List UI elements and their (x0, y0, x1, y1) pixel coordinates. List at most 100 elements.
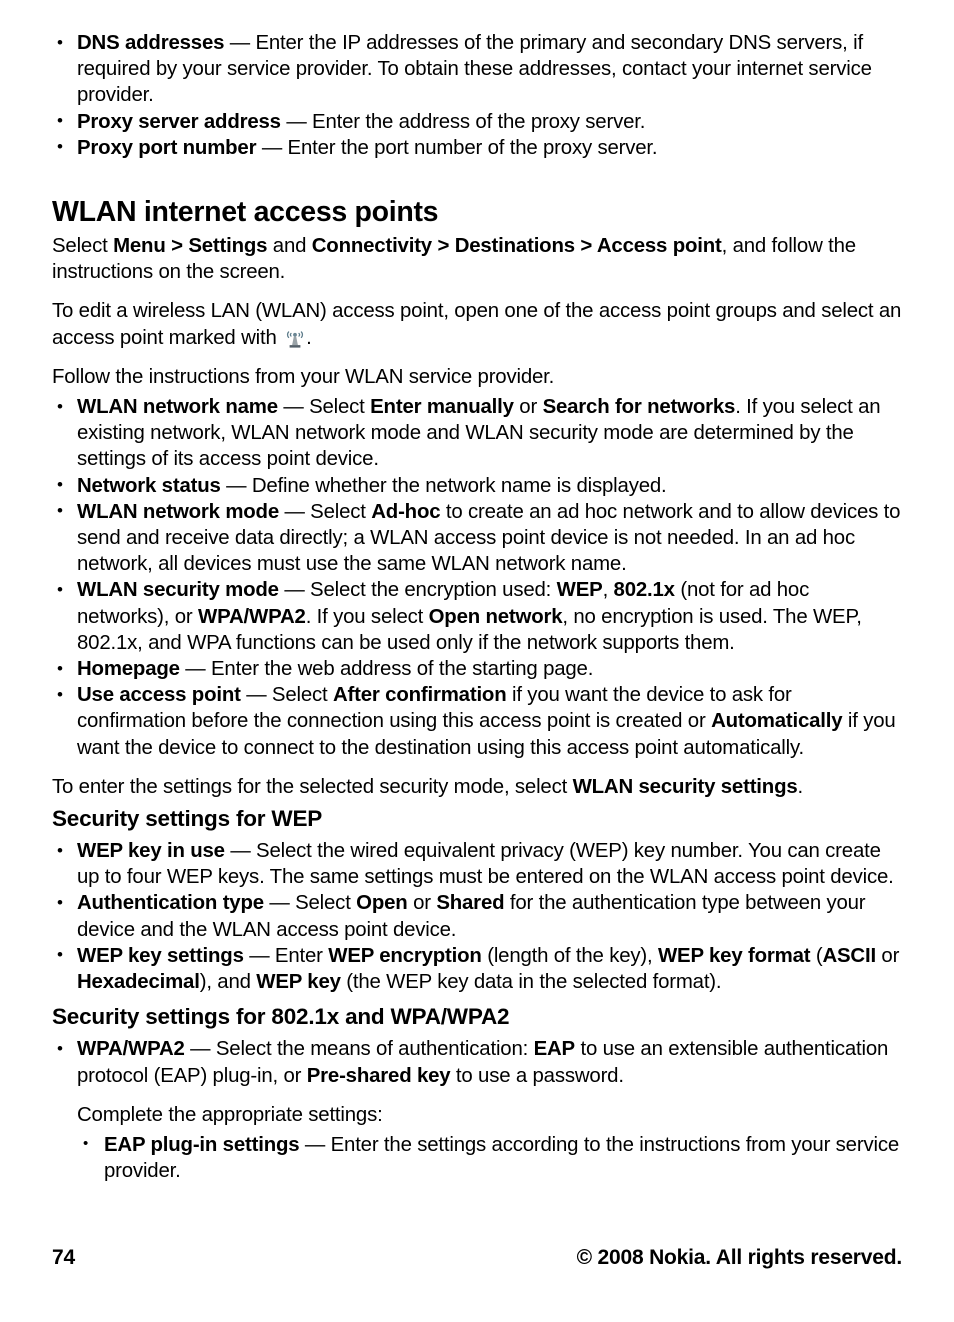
menu-item-destinations: Destinations (454, 235, 575, 258)
wlan-access-point-icon (284, 330, 306, 349)
page-footer: 74 © 2008 Nokia. All rights reserved. (52, 1243, 902, 1273)
dash: — (278, 579, 311, 602)
term-eap-plug-in-settings: EAP plug-in settings (104, 1133, 300, 1156)
eap-settings-bullet-list: EAP plug-in settings — Enter the setting… (52, 1131, 902, 1184)
edit-access-point-paragraph: To edit a wireless LAN (WLAN) access poi… (52, 298, 902, 350)
option-pre-shared-key: Pre-shared key (306, 1064, 451, 1087)
page-number: 74 (52, 1246, 75, 1269)
dash: — (278, 500, 311, 523)
select-lead: Select (52, 235, 114, 258)
edit-intro-text: To edit a wireless LAN (WLAN) access poi… (52, 300, 902, 349)
desc-part: (length of the key), (481, 944, 658, 967)
option-802-1x: 802.1x (613, 579, 675, 602)
dash: — (224, 32, 256, 54)
option-search-for-networks: Search for networks (542, 396, 736, 419)
dash: — (256, 136, 288, 159)
list-item-proxy-port-number: Proxy port number — Enter the port numbe… (52, 134, 902, 161)
complete-settings-note: Complete the appropriate settings: (77, 1103, 383, 1126)
wep-settings-bullet-list: WEP key in use — Select the wired equiva… (52, 838, 902, 995)
desc-part: Select (295, 892, 357, 915)
list-item-network-status: Network status — Define whether the netw… (52, 472, 902, 499)
term-proxy-port-number: Proxy port number (77, 136, 257, 159)
list-item-wlan-network-name: WLAN network name — Select Enter manuall… (52, 394, 902, 473)
option-wep: WEP (556, 579, 603, 602)
dash: — (179, 658, 211, 681)
option-wep-key-format: WEP key format (657, 944, 811, 967)
document-page: DNS addresses — Enter the IP addresses o… (0, 0, 954, 1322)
option-ad-hoc: Ad-hoc (371, 500, 441, 523)
option-wep-key: WEP key (256, 971, 341, 994)
desc-part: Select the means of authentication: (215, 1038, 534, 1061)
dash: — (240, 684, 272, 707)
term-wep-key-in-use: WEP key in use (77, 840, 225, 863)
list-item-homepage: Homepage — Enter the web address of the … (52, 656, 902, 682)
copyright-notice: © 2008 Nokia. All rights reserved. (576, 1246, 903, 1269)
dash: — (184, 1038, 216, 1061)
desc-proxy-port-number: Enter the port number of the proxy serve… (287, 136, 658, 159)
option-after-confirmation: After confirmation (333, 684, 507, 707)
desc-part: Enter (274, 944, 329, 967)
desc-part: or (513, 396, 543, 419)
list-item-dns-addresses: DNS addresses — Enter the IP addresses o… (52, 30, 902, 109)
option-automatically: Automatically (711, 710, 843, 733)
desc-proxy-server-address: Enter the address of the proxy server. (312, 110, 646, 133)
desc-part: . If you select (305, 605, 429, 628)
menu-item-access-point: Access point (596, 235, 722, 258)
desc-part: Select the encryption used: (310, 579, 557, 602)
wpa-settings-bullet-list: WPA/WPA2 — Select the means of authentic… (52, 1036, 902, 1088)
desc-part: , (602, 579, 614, 602)
list-item-authentication-type: Authentication type — Select Open or Sha… (52, 890, 902, 942)
term-wpa-wpa2: WPA/WPA2 (77, 1038, 185, 1061)
subheading-security-settings-wep: Security settings for WEP (52, 806, 323, 832)
intro-part: . (797, 775, 804, 798)
option-wpa-wpa2: WPA/WPA2 (198, 605, 306, 628)
menu-item-menu: Menu (113, 235, 166, 258)
list-item-wep-key-in-use: WEP key in use — Select the wired equiva… (52, 838, 902, 890)
intro-part: To enter the settings for the selected s… (52, 775, 573, 798)
desc-part: (the WEP key data in the selected format… (340, 971, 722, 994)
desc-part: or (407, 892, 437, 915)
desc-part: Select (309, 396, 371, 419)
list-item-wlan-network-mode: WLAN network mode — Select Ad-hoc to cre… (52, 498, 902, 578)
dns-proxy-bullet-list: DNS addresses — Enter the IP addresses o… (52, 30, 902, 161)
menu-path-paragraph: Select Menu > Settings and Connectivity … (52, 233, 902, 285)
desc-part: ( (810, 944, 823, 967)
option-enter-manually: Enter manually (370, 396, 514, 419)
option-ascii: ASCII (822, 944, 876, 967)
page-title: WLAN internet access points (52, 196, 439, 229)
term-dns-addresses: DNS addresses (77, 32, 225, 54)
list-item-wpa-wpa2: WPA/WPA2 — Select the means of authentic… (52, 1036, 902, 1088)
path-separator: > (431, 235, 455, 258)
desc-part: to use a password. (450, 1064, 624, 1087)
option-eap: EAP (533, 1038, 576, 1061)
term-use-access-point: Use access point (77, 684, 241, 707)
follow-instructions-paragraph: Follow the instructions from your WLAN s… (52, 365, 555, 388)
list-item-use-access-point: Use access point — Select After confirma… (52, 682, 902, 761)
dash: — (299, 1133, 331, 1156)
menu-item-settings: Settings (188, 235, 268, 258)
term-proxy-server-address: Proxy server address (77, 110, 281, 133)
option-wep-encryption: WEP encryption (328, 944, 482, 967)
wlan-settings-bullet-list: WLAN network name — Select Enter manuall… (52, 394, 902, 761)
desc-part: Select (310, 500, 372, 523)
menu-item-connectivity: Connectivity (311, 235, 432, 258)
dash: — (263, 892, 296, 915)
dash: — (280, 110, 313, 133)
term-authentication-type: Authentication type (77, 892, 264, 915)
dash: — (220, 474, 252, 497)
path-separator: > (165, 235, 189, 258)
dash: — (243, 944, 275, 967)
security-settings-intro: To enter the settings for the selected s… (52, 774, 902, 800)
term-network-status: Network status (77, 474, 221, 497)
term-wlan-network-mode: WLAN network mode (77, 500, 279, 523)
subheading-security-settings-8021x-wpa: Security settings for 802.1x and WPA/WPA… (52, 1004, 510, 1030)
desc-part: Select (271, 684, 333, 707)
dash: — (277, 396, 310, 419)
option-open: Open (356, 892, 408, 915)
option-wlan-security-settings: WLAN security settings (572, 775, 798, 798)
